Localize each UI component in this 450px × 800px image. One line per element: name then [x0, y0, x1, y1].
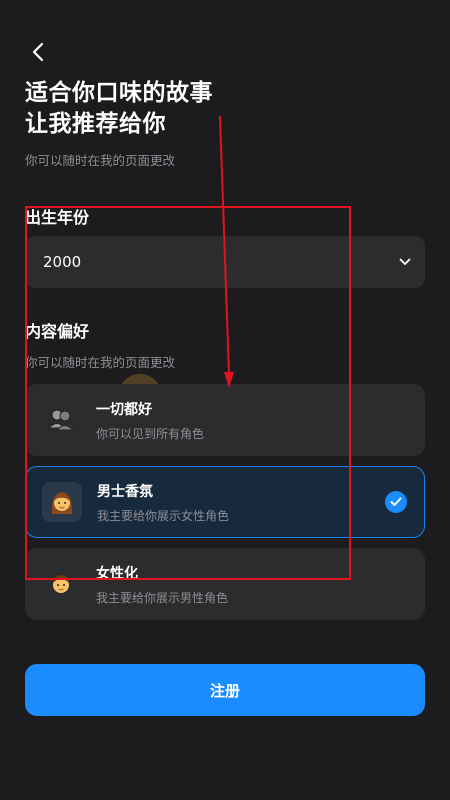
- option-title: 女性化: [96, 565, 138, 582]
- selected-check-icon: [385, 491, 407, 513]
- register-button[interactable]: 注册: [25, 664, 425, 716]
- page-title: 适合你口味的故事 让我推荐给你: [25, 78, 325, 140]
- page-subtitle: 你可以随时在我的页面更改: [25, 153, 176, 168]
- option-title: 一切都好: [96, 401, 152, 418]
- option-description: 你可以见到所有角色: [96, 426, 205, 441]
- option-description: 我主要给你展示女性角色: [97, 508, 230, 523]
- app-screen: 适合你口味的故事 让我推荐给你 你可以随时在我的页面更改 出生年份 2000 内…: [0, 0, 450, 800]
- chevron-left-icon: [32, 42, 44, 62]
- man-face-icon: [53, 575, 69, 593]
- two-people-icon: [47, 409, 75, 431]
- page-title-line-2: 让我推荐给你: [25, 111, 166, 137]
- option-card-female-focus[interactable]: 男士香氛 我主要给你展示女性角色: [25, 466, 425, 538]
- content-preference-hint: 你可以随时在我的页面更改: [25, 355, 176, 370]
- back-button[interactable]: [26, 40, 50, 64]
- option-card-male-focus[interactable]: 女性化 我主要给你展示男性角色: [25, 548, 425, 620]
- birth-year-value: 2000: [43, 253, 82, 271]
- woman-face-icon: [51, 492, 73, 514]
- birth-year-select[interactable]: 2000: [25, 236, 425, 288]
- chevron-down-icon: [399, 258, 411, 265]
- avatar: [42, 482, 82, 522]
- avatar: [41, 564, 81, 604]
- content-preference-label: 内容偏好: [25, 322, 90, 341]
- page-title-line-1: 适合你口味的故事: [25, 80, 213, 106]
- option-card-all[interactable]: 一切都好 你可以见到所有角色: [25, 384, 425, 456]
- birth-year-label: 出生年份: [25, 208, 90, 227]
- option-description: 我主要给你展示男性角色: [96, 590, 229, 605]
- option-title: 男士香氛: [97, 483, 153, 500]
- avatar: [41, 400, 81, 440]
